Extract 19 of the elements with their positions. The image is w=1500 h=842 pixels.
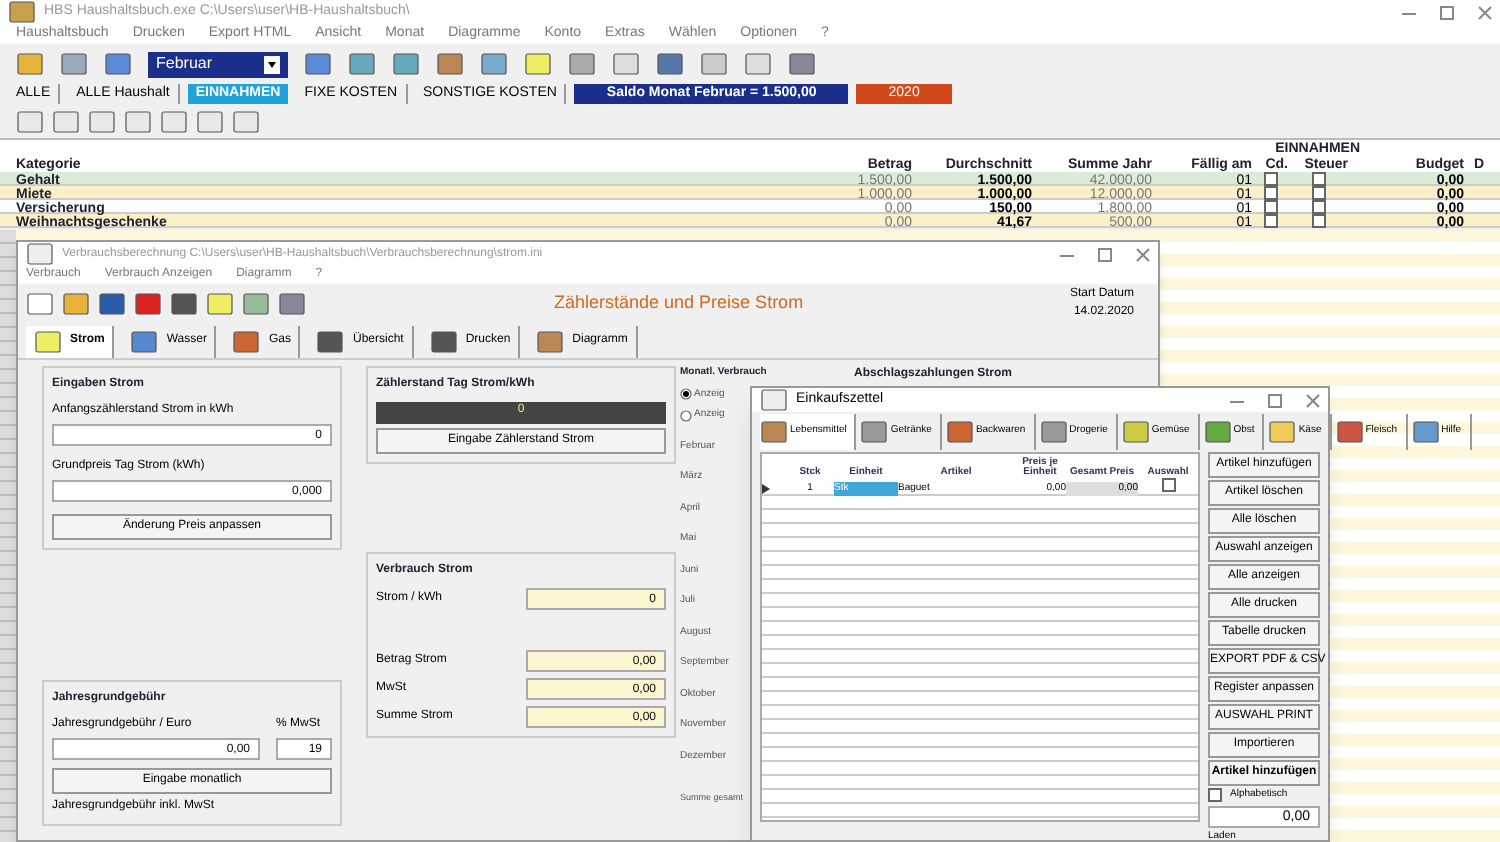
month-dropdown[interactable]: Februar [148, 51, 288, 77]
dropdown-arrow-icon [264, 55, 280, 73]
checkbox[interactable] [1311, 172, 1325, 186]
maximize-icon[interactable] [1440, 5, 1454, 19]
radio-button[interactable] [680, 388, 692, 401]
checkbox[interactable] [1208, 788, 1222, 803]
row-marker-icon [762, 483, 770, 494]
checkbox[interactable] [1263, 200, 1277, 214]
checkbox[interactable] [1311, 186, 1325, 200]
checkbox[interactable] [1263, 186, 1277, 200]
checkbox[interactable] [1311, 200, 1325, 214]
window-heading: Zählerstände und Preise Strom [554, 290, 804, 317]
checkbox[interactable] [1311, 214, 1325, 228]
checkbox[interactable] [1263, 172, 1277, 186]
radio-button[interactable] [680, 409, 692, 422]
maximize-icon[interactable] [1098, 247, 1112, 261]
checkbox[interactable] [1263, 214, 1277, 228]
checkbox[interactable] [1161, 478, 1175, 492]
maximize-icon[interactable] [1268, 393, 1282, 407]
